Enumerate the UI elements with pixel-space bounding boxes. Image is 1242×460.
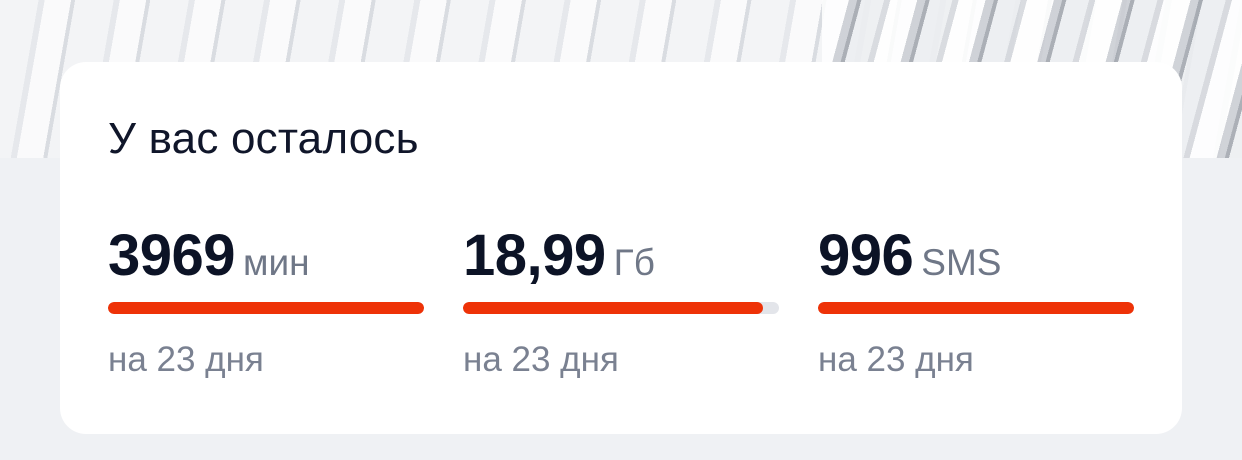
sms-progress-bar <box>818 302 1134 314</box>
internet-progress-bar <box>463 302 779 314</box>
internet-amount-row: 18,99 Гб <box>463 222 779 288</box>
internet-progress-fill <box>463 302 764 314</box>
sms-progress-fill <box>818 302 1134 314</box>
balance-list: 3969 мин на 23 дня 18,99 Гб на 23 дня 996 S… <box>108 222 1134 382</box>
sms-unit: SMS <box>921 242 1002 283</box>
minutes-progress-bar <box>108 302 424 314</box>
sms-amount-row: 996 SMS <box>818 222 1134 288</box>
sms-period: на 23 дня <box>818 340 974 379</box>
card-title: У вас осталось <box>108 114 419 163</box>
internet-balance[interactable]: 18,99 Гб на 23 дня <box>463 222 779 379</box>
internet-amount: 18,99 <box>463 223 606 288</box>
sms-balance[interactable]: 996 SMS на 23 дня <box>818 222 1134 379</box>
internet-period: на 23 дня <box>463 340 619 379</box>
minutes-amount: 3969 <box>108 223 236 288</box>
remaining-balance-card[interactable]: У вас осталось 3969 мин на 23 дня 18,99 Гб… <box>60 62 1182 434</box>
internet-unit: Гб <box>613 242 655 283</box>
minutes-period: на 23 дня <box>108 340 264 379</box>
sms-amount: 996 <box>818 223 914 288</box>
minutes-amount-row: 3969 мин <box>108 222 424 288</box>
minutes-progress-fill <box>108 302 424 314</box>
minutes-unit: мин <box>243 242 310 283</box>
minutes-balance[interactable]: 3969 мин на 23 дня <box>108 222 424 379</box>
